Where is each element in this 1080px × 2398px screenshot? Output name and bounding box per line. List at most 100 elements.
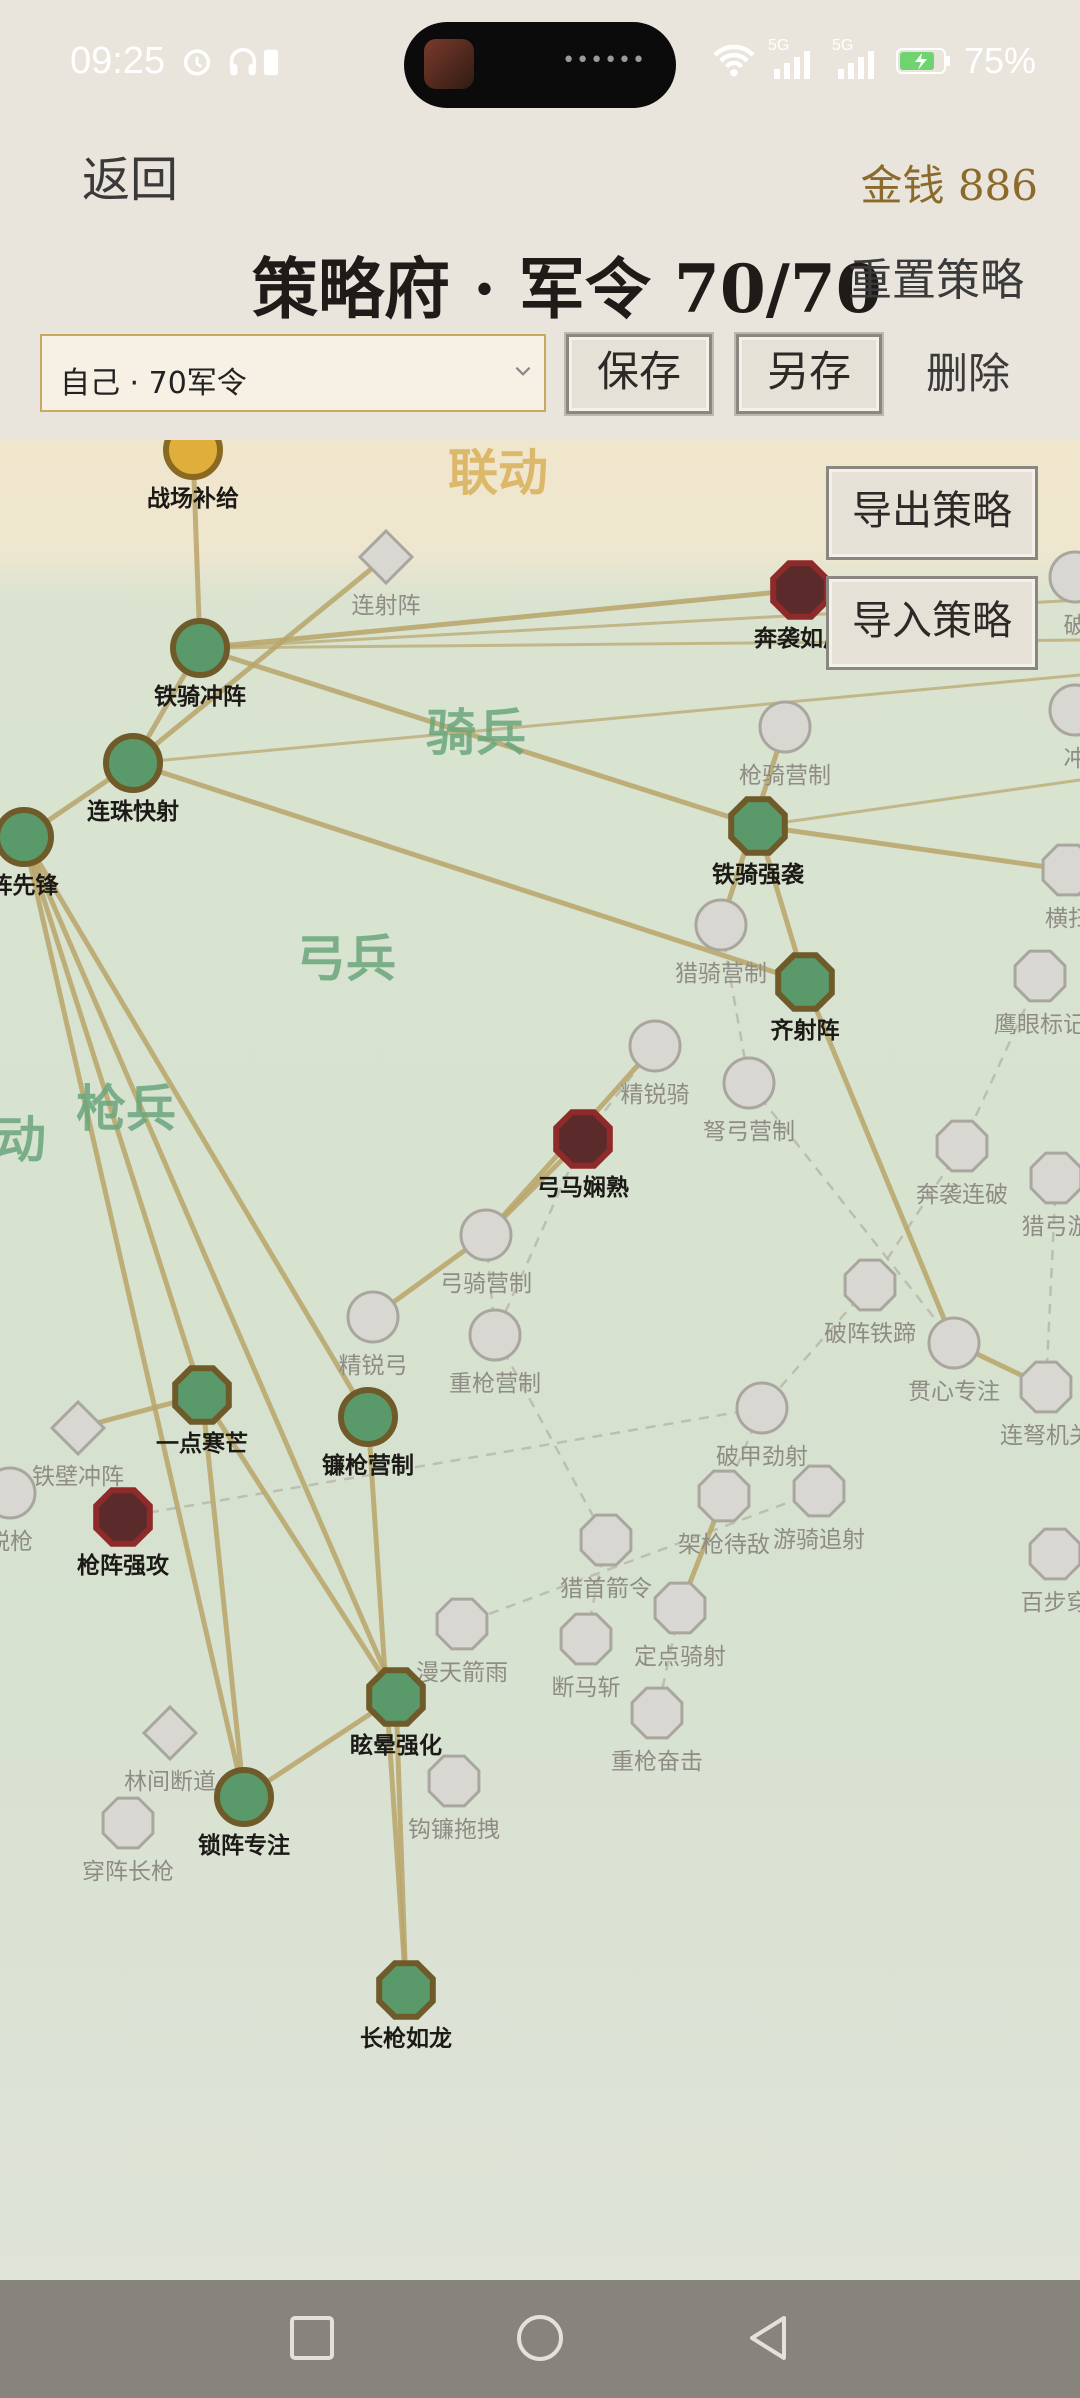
skill-node-shape	[553, 1109, 613, 1169]
back-button[interactable]: 返回	[82, 140, 178, 210]
battery-icon	[895, 48, 950, 74]
export-strategy-button[interactable]: 导出策略	[826, 466, 1038, 560]
region-label: 骑兵	[426, 704, 526, 762]
skill-node-shape	[1041, 843, 1080, 897]
skill-node-shape	[376, 1960, 436, 2020]
skill-node[interactable]: 铁骑冲阵	[154, 618, 246, 710]
system-nav-bar	[0, 2280, 1080, 2398]
skill-node-shape	[559, 1612, 613, 1666]
headphones-icon	[229, 47, 257, 76]
skill-node[interactable]: 冲	[1048, 683, 1080, 772]
skill-node-shape	[459, 1208, 513, 1262]
skill-node-shape	[935, 1119, 989, 1173]
skill-node-label: 断马斩	[552, 1675, 621, 1701]
skill-node-label: 连射阵	[352, 593, 421, 619]
skill-node-label: 破甲劲射	[716, 1444, 808, 1470]
skill-node-shape	[366, 1667, 426, 1727]
skill-node[interactable]: 阵先锋	[0, 807, 60, 899]
skill-node-label: 破	[1064, 613, 1080, 639]
save-button[interactable]: 保存	[566, 334, 712, 414]
skill-node-shape	[357, 528, 415, 586]
import-strategy-button[interactable]: 导入策略	[826, 576, 1038, 670]
skill-node-label: 重枪营制	[449, 1371, 541, 1397]
skill-node-shape	[792, 1464, 846, 1518]
skill-node[interactable]: 弓骑营制	[440, 1208, 532, 1297]
back-nav-icon[interactable]	[740, 2310, 796, 2366]
skill-node[interactable]: 奔袭连破	[916, 1119, 1008, 1208]
skill-node-label: 穿阵长枪	[82, 1859, 174, 1885]
reset-strategy-button[interactable]: 重置策略	[848, 244, 1024, 308]
skill-node-shape	[630, 1686, 684, 1740]
skill-node-shape	[93, 1487, 153, 1547]
skill-node-label: 弓骑营制	[440, 1271, 532, 1297]
skill-node[interactable]: 齐射阵	[771, 952, 840, 1044]
skill-node[interactable]: 鹰眼标记	[994, 949, 1080, 1038]
skill-node[interactable]: 枪阵强攻	[77, 1487, 170, 1579]
skill-node[interactable]: 穿阵长枪	[82, 1796, 174, 1885]
skill-node[interactable]: 枪骑营制	[739, 700, 831, 789]
skill-node-label: 铁壁冲阵	[32, 1464, 124, 1490]
home-icon[interactable]	[512, 2310, 568, 2366]
skill-node[interactable]: 猎首箭令	[560, 1513, 652, 1602]
skill-node-shape	[0, 1466, 37, 1520]
wifi-icon	[713, 44, 755, 77]
skill-node-label: 破阵铁蹄	[824, 1321, 916, 1347]
skill-node[interactable]: 连珠快射	[87, 733, 179, 825]
skill-node[interactable]: 断马斩	[552, 1612, 621, 1701]
skill-node-shape	[1029, 1151, 1080, 1205]
skill-node[interactable]: 游骑追射	[773, 1464, 865, 1553]
recent-apps-icon[interactable]	[284, 2310, 340, 2366]
skill-node-label: 一点寒芒	[156, 1430, 248, 1457]
skill-node[interactable]: 锐枪	[0, 1466, 37, 1555]
skill-node[interactable]: 架枪待敌	[678, 1469, 770, 1558]
skill-node-label: 定点骑射	[634, 1644, 726, 1670]
skill-node[interactable]: 百步穿	[1021, 1527, 1080, 1616]
skill-node[interactable]: 横扫	[1041, 843, 1080, 932]
skill-node[interactable]: 铁骑强袭	[712, 796, 805, 888]
skill-node-shape	[758, 700, 812, 754]
status-bar: 09:25 •••••• 5G 5G 75%	[0, 0, 1080, 130]
skill-node[interactable]: 重枪奋击	[611, 1686, 703, 1775]
strategy-tree-svg[interactable]: 联动骑兵弓兵枪兵动 战场补给连射阵铁骑冲阵奔袭如风连珠快射枪骑营制阵先锋 铁骑强袭…	[0, 440, 1080, 2280]
skill-node-shape	[843, 1258, 897, 1312]
skill-node[interactable]: 破	[1048, 550, 1080, 639]
skill-node[interactable]: 弓马娴熟	[537, 1109, 629, 1201]
skill-node[interactable]: 钩镰拖拽	[408, 1754, 500, 1843]
skill-node-label: 鹰眼标记	[994, 1012, 1080, 1038]
loadout-select[interactable]: 自己 · 70军令	[40, 334, 546, 412]
skill-node[interactable]: 林间断道	[124, 1704, 216, 1795]
skill-node-label: 镰枪营制	[322, 1452, 414, 1479]
delete-button[interactable]: 删除	[926, 340, 1010, 401]
skill-node[interactable]: 一点寒芒	[156, 1365, 248, 1457]
skill-node-shape	[427, 1754, 481, 1808]
skill-node[interactable]: 铁壁冲阵	[32, 1399, 124, 1490]
skill-node[interactable]: 弩弓营制	[703, 1056, 795, 1145]
skill-node[interactable]: 重枪营制	[449, 1308, 541, 1397]
region-label: 弓兵	[296, 930, 396, 988]
skill-node-shape	[172, 1365, 232, 1425]
skill-node[interactable]: 精锐弓	[339, 1290, 408, 1379]
skill-node-shape	[628, 1019, 682, 1073]
skill-node[interactable]: 连弩机关	[1000, 1360, 1080, 1449]
strategy-tree-map[interactable]: 联动 骑兵 弓兵 枪兵动 战场补给 连射阵 铁骑冲阵 奔袭如风 连珠快射 枪骑营制 阵先锋 铁骑强袭…	[0, 440, 1080, 2280]
skill-node[interactable]: 猎弓游	[1022, 1151, 1080, 1240]
skill-node[interactable]: 破甲劲射	[716, 1381, 808, 1470]
loadout-value: 自己 · 70军令	[60, 366, 247, 401]
skill-node-shape	[0, 807, 54, 867]
skill-node[interactable]: 镰枪营制	[322, 1387, 414, 1479]
skill-node-label: 猎首箭令	[560, 1576, 652, 1602]
skill-node[interactable]: 精锐骑	[621, 1019, 690, 1108]
skill-node-shape	[775, 952, 835, 1012]
skill-node[interactable]: 贯心专注	[908, 1316, 1000, 1405]
skill-node-label: 弩弓营制	[703, 1119, 795, 1145]
skill-node[interactable]: 战场补给	[147, 440, 239, 512]
skill-node-label: 重枪奋击	[611, 1749, 703, 1775]
skill-node[interactable]: 破阵铁蹄	[824, 1258, 916, 1347]
region-label: 枪兵	[76, 1080, 176, 1138]
battery-small-icon	[263, 49, 279, 76]
status-time: 09:25	[70, 40, 166, 82]
skill-node-label: 枪阵强攻	[77, 1552, 170, 1579]
skill-node[interactable]: 长枪如龙	[360, 1960, 452, 2052]
save-as-button[interactable]: 另存	[736, 334, 882, 414]
tree-link	[493, 1334, 608, 1541]
